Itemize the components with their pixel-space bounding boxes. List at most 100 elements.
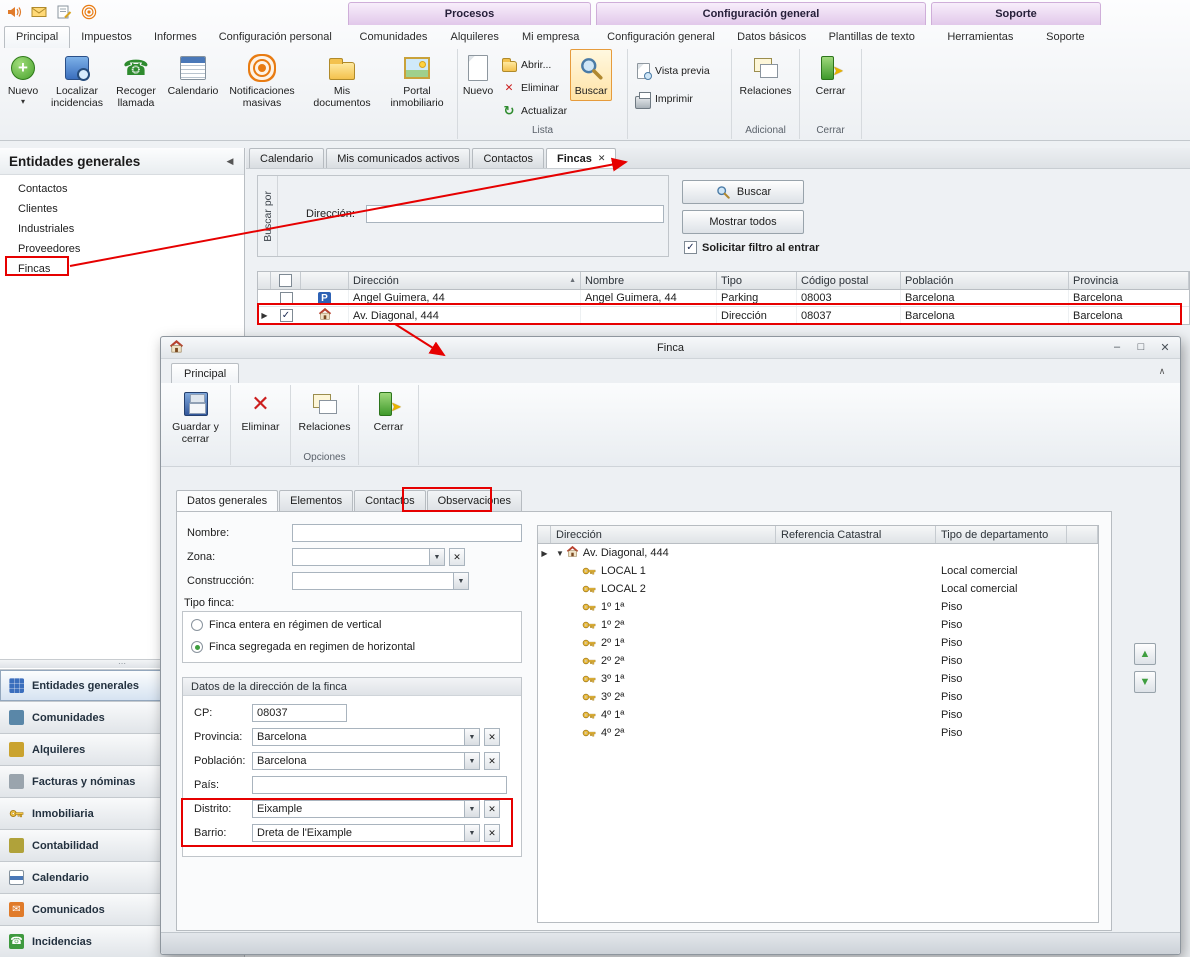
- calendario-button[interactable]: Calendario: [164, 49, 222, 101]
- tab-observaciones[interactable]: Observaciones: [427, 490, 522, 511]
- header-tipo[interactable]: Tipo: [717, 272, 797, 289]
- buscar-search-button[interactable]: Buscar: [682, 180, 804, 204]
- notificaciones-masivas-button[interactable]: Notificaciones masivas: [222, 49, 302, 113]
- solicitar-filtro-checkbox[interactable]: ✓: [684, 241, 697, 254]
- tab-informes[interactable]: Informes: [143, 27, 208, 48]
- tab-principal[interactable]: Principal: [4, 26, 70, 48]
- eliminar-button[interactable]: ✕ Eliminar: [234, 385, 288, 437]
- header-codigo-postal[interactable]: Código postal: [797, 272, 901, 289]
- tree-item-row[interactable]: LOCAL 1 Local comercial: [538, 562, 1098, 580]
- header-nombre[interactable]: Nombre: [581, 272, 717, 289]
- zona-combo[interactable]: ▼: [292, 548, 445, 566]
- move-up-button[interactable]: ▲: [1134, 643, 1156, 665]
- guardar-y-cerrar-button[interactable]: Guardar y cerrar: [164, 385, 228, 449]
- row-checkbox[interactable]: ✓: [280, 292, 293, 305]
- eliminar-button[interactable]: ✕ Eliminar: [498, 78, 570, 98]
- mail-icon[interactable]: [30, 3, 48, 21]
- header-poblacion[interactable]: Población: [901, 272, 1069, 289]
- recoger-llamada-button[interactable]: ☎ Recoger llamada: [108, 49, 164, 113]
- close-tab-icon[interactable]: ✕: [598, 153, 606, 164]
- buscar-button[interactable]: Buscar: [570, 49, 612, 101]
- sidebar-item-industriales[interactable]: Industriales: [0, 219, 244, 239]
- tree-item-row[interactable]: 2º 1ª Piso: [538, 634, 1098, 652]
- dropdown-icon[interactable]: ▼: [453, 573, 468, 589]
- tab-configuracion-personal[interactable]: Configuración personal: [208, 27, 343, 48]
- close-icon[interactable]: ✕: [1158, 341, 1172, 354]
- tree-root-row[interactable]: ▶ ▼Av. Diagonal, 444: [538, 544, 1098, 562]
- poblacion-combo[interactable]: Barcelona▼: [252, 752, 480, 770]
- tab-contactos[interactable]: Contactos: [354, 490, 426, 511]
- radio-finca-horizontal[interactable]: Finca segregada en regimen de horizontal: [191, 641, 415, 653]
- tree-header-referencia[interactable]: Referencia Catastral: [776, 526, 936, 543]
- cerrar-button[interactable]: ➤ Cerrar: [804, 49, 858, 101]
- cp-input[interactable]: 08037: [252, 704, 347, 722]
- mostrar-todos-button[interactable]: Mostrar todos: [682, 210, 804, 234]
- tab-plantillas-texto[interactable]: Plantillas de texto: [818, 27, 926, 48]
- localizar-incidencias-button[interactable]: Localizar incidencias: [46, 49, 108, 113]
- distrito-combo[interactable]: Eixample▼: [252, 800, 480, 818]
- provincia-combo[interactable]: Barcelona▼: [252, 728, 480, 746]
- nuevo-lista-button[interactable]: Nuevo: [458, 49, 498, 101]
- abrir-button[interactable]: Abrir...: [498, 55, 570, 75]
- direccion-filter-input[interactable]: [366, 205, 664, 223]
- pais-input[interactable]: [252, 776, 507, 794]
- nombre-input[interactable]: [292, 524, 522, 542]
- tab-datos-basicos[interactable]: Datos básicos: [726, 27, 817, 48]
- minimize-icon[interactable]: –: [1110, 341, 1124, 354]
- dropdown-icon[interactable]: ▼: [464, 825, 479, 841]
- vista-previa-button[interactable]: Vista previa: [632, 61, 713, 81]
- sidebar-item-fincas[interactable]: Fincas: [0, 259, 244, 279]
- radio-finca-vertical[interactable]: Finca entera en régimen de vertical: [191, 619, 381, 631]
- doc-tab-mis-comunicados[interactable]: Mis comunicados activos: [326, 148, 470, 168]
- tree-item-row[interactable]: 4º 2ª Piso: [538, 724, 1098, 742]
- tab-soporte[interactable]: Soporte: [1035, 27, 1096, 48]
- tab-elementos[interactable]: Elementos: [279, 490, 353, 511]
- expander-icon[interactable]: ▼: [556, 549, 564, 558]
- move-down-button[interactable]: ▼: [1134, 671, 1156, 693]
- tab-comunidades[interactable]: Comunidades: [349, 27, 439, 48]
- actualizar-button[interactable]: ↻ Actualizar: [498, 101, 570, 121]
- sidebar-item-clientes[interactable]: Clientes: [0, 199, 244, 219]
- tree-item-row[interactable]: 1º 1ª Piso: [538, 598, 1098, 616]
- tab-datos-generales[interactable]: Datos generales: [176, 490, 278, 511]
- imprimir-button[interactable]: Imprimir: [632, 89, 696, 109]
- relaciones-button[interactable]: Relaciones: [736, 49, 796, 101]
- collapse-sidebar-button[interactable]: ◀: [222, 153, 238, 169]
- provincia-clear-button[interactable]: ✕: [484, 728, 500, 746]
- tree-item-row[interactable]: LOCAL 2 Local comercial: [538, 580, 1098, 598]
- broadcast-icon[interactable]: [80, 3, 98, 21]
- doc-tab-fincas[interactable]: Fincas✕: [546, 148, 616, 168]
- tab-alquileres[interactable]: Alquileres: [440, 27, 510, 48]
- dropdown-icon[interactable]: ▼: [429, 549, 444, 565]
- dropdown-icon[interactable]: ▼: [464, 753, 479, 769]
- maximize-icon[interactable]: □: [1134, 341, 1148, 354]
- header-direccion[interactable]: Dirección▲: [349, 272, 581, 289]
- tree-header-direccion[interactable]: Dirección: [551, 526, 776, 543]
- note-icon[interactable]: [55, 3, 73, 21]
- zona-clear-button[interactable]: ✕: [449, 548, 465, 566]
- barrio-combo[interactable]: Dreta de l'Eixample▼: [252, 824, 480, 842]
- sidebar-item-contactos[interactable]: Contactos: [0, 179, 244, 199]
- portal-inmobiliario-button[interactable]: Portal inmobiliario: [382, 49, 452, 113]
- dialog-tab-principal[interactable]: Principal: [171, 363, 239, 383]
- distrito-clear-button[interactable]: ✕: [484, 800, 500, 818]
- doc-tab-calendario[interactable]: Calendario: [249, 148, 324, 168]
- tree-item-row[interactable]: 4º 1ª Piso: [538, 706, 1098, 724]
- dialog-title-bar[interactable]: Finca – □ ✕: [161, 337, 1180, 359]
- header-provincia[interactable]: Provincia: [1069, 272, 1189, 289]
- speaker-icon[interactable]: [5, 3, 23, 21]
- buscar-por-vertical-tab[interactable]: Buscar por: [258, 176, 278, 256]
- table-row-selected[interactable]: ▶ ✓ Av. Diagonal, 444 Dirección 08037 Ba…: [258, 307, 1189, 324]
- tab-impuestos[interactable]: Impuestos: [70, 27, 143, 48]
- collapse-ribbon-icon[interactable]: ∧: [1154, 363, 1170, 379]
- barrio-clear-button[interactable]: ✕: [484, 824, 500, 842]
- row-checkbox[interactable]: ✓: [280, 309, 293, 322]
- nuevo-button[interactable]: + Nuevo ▾: [0, 49, 46, 109]
- relaciones-button[interactable]: Relaciones: [294, 385, 356, 437]
- tree-item-row[interactable]: 2º 2ª Piso: [538, 652, 1098, 670]
- dropdown-icon[interactable]: ▼: [464, 801, 479, 817]
- construccion-combo[interactable]: ▼: [292, 572, 469, 590]
- select-all-checkbox[interactable]: ✓: [271, 272, 301, 289]
- sidebar-item-proveedores[interactable]: Proveedores: [0, 239, 244, 259]
- tab-mi-empresa[interactable]: Mi empresa: [511, 27, 590, 48]
